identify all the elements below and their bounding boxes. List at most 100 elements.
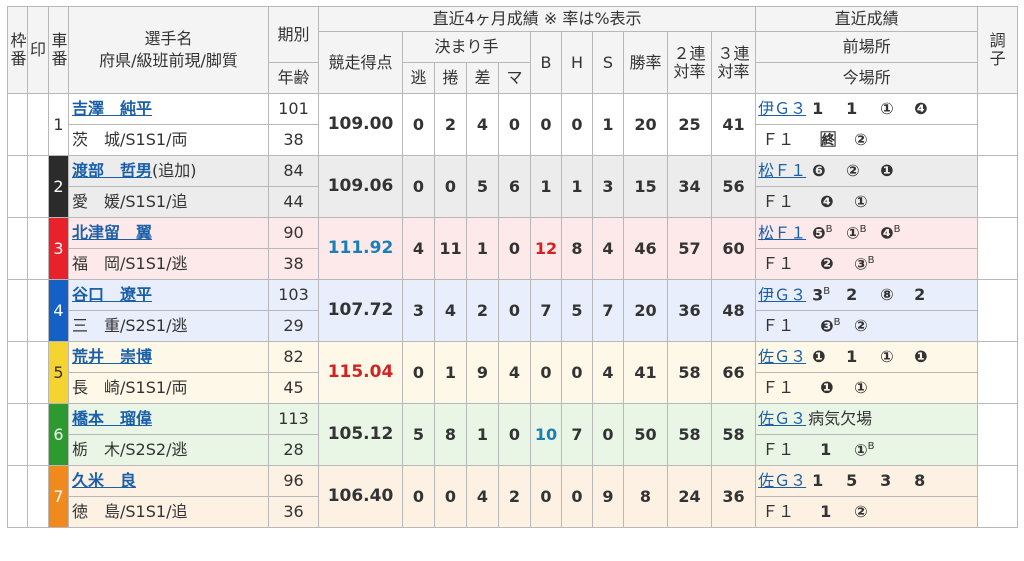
stat-makuri: 4	[434, 279, 467, 342]
stat-ma: 4	[498, 341, 531, 404]
prev-result-value: ①	[846, 223, 860, 243]
term-cell: 90	[268, 217, 319, 249]
header-shirushi: 印	[27, 6, 49, 94]
cur-result: ①	[854, 379, 888, 397]
header-rate2: ２連 対率	[667, 31, 712, 94]
prev-venue-results: 佐Ｇ３ 1 5 3 8	[755, 465, 979, 497]
waku-cell	[7, 155, 28, 218]
prev-result-mark: B	[823, 286, 831, 298]
rider-name-link[interactable]: 久米 良	[72, 471, 136, 490]
cur-result-value: ❸	[820, 316, 834, 336]
prev-result: ①B	[846, 224, 880, 242]
stat-h: 0	[561, 93, 593, 156]
term-cell: 96	[268, 465, 319, 497]
cur-results: ❷ ③B	[794, 254, 888, 273]
stat-r3: 60	[710, 217, 757, 280]
prev-results: 1 1 ①❹	[806, 99, 948, 118]
cur-result-value: 1	[820, 502, 832, 522]
stat-win: 50	[623, 403, 668, 466]
prev-venue-link[interactable]: 松Ｆ１	[758, 161, 806, 180]
stat-ma: 0	[498, 279, 531, 342]
rider-name-link[interactable]: 荒井 崇博	[72, 347, 152, 366]
prev-result-value: 8	[914, 471, 926, 491]
mark-cell[interactable]	[27, 403, 49, 466]
term-cell: 82	[268, 341, 319, 373]
rider-extra-note: (追加)	[152, 161, 197, 181]
cur-result-value: ①	[854, 192, 868, 212]
stat-nige: 0	[402, 465, 435, 528]
stat-win: 15	[623, 155, 668, 218]
prev-result-value: 1	[812, 471, 824, 491]
cur-result: ①B	[854, 441, 888, 459]
stat-s: 0	[592, 403, 624, 466]
stat-makuri: 11	[434, 217, 467, 280]
prev-venue-results: 佐Ｇ３ ❶ 1 ① ❶	[755, 341, 979, 373]
rider-pref-class: 三 重/S2S1/逃	[68, 310, 269, 342]
cur-result: ②	[854, 503, 888, 521]
rider-name-link[interactable]: 北津留 翼	[72, 223, 152, 242]
cur-result-value: 🈡	[820, 130, 837, 150]
cur-venue-label: Ｆ１	[762, 316, 795, 336]
mark-cell[interactable]	[27, 279, 49, 342]
prev-venue-link[interactable]: 佐Ｇ３	[758, 409, 806, 428]
rider-name-link[interactable]: 橋本 瑠偉	[72, 409, 152, 428]
prev-venue-link[interactable]: 佐Ｇ３	[758, 347, 806, 366]
prev-result-value: ①	[880, 99, 894, 119]
mark-cell[interactable]	[27, 465, 49, 528]
header-condition: 調子	[977, 6, 1019, 94]
stat-r2: 25	[667, 93, 712, 156]
term-cell: 101	[268, 93, 319, 125]
term-cell: 113	[268, 403, 319, 435]
mark-cell[interactable]	[27, 217, 49, 280]
stat-r3: 58	[710, 403, 757, 466]
stat-s: 4	[592, 341, 624, 404]
cur-venue-results: Ｆ１ ❸B ②	[755, 310, 979, 342]
prev-venue-link[interactable]: 伊Ｇ３	[758, 99, 806, 118]
age-cell: 29	[268, 310, 319, 342]
stat-makuri: 0	[434, 465, 467, 528]
header-win-rate: 勝率	[623, 31, 668, 94]
cur-result: ②	[854, 317, 888, 335]
header-h: H	[561, 31, 593, 94]
rider-pref-class: 福 岡/S1S1/逃	[68, 248, 269, 280]
stat-makuri: 0	[434, 155, 467, 218]
prev-result: 1	[812, 100, 846, 118]
prev-venue-link[interactable]: 伊Ｇ３	[758, 285, 806, 304]
prev-result-value: ②	[846, 161, 860, 181]
header-makuri: 捲	[434, 62, 467, 94]
race-score: 109.06	[318, 155, 403, 218]
prev-result-value: ⑧	[880, 285, 894, 305]
cur-result: ③B	[854, 255, 888, 273]
prev-venue-link[interactable]: 松Ｆ１	[758, 223, 806, 242]
stat-r2: 24	[667, 465, 712, 528]
stat-s: 4	[592, 217, 624, 280]
stat-sashi: 1	[466, 403, 499, 466]
prev-venue-results: 松Ｆ１ ❺B ①B ❹B	[755, 217, 979, 249]
term-cell: 84	[268, 155, 319, 187]
mark-cell[interactable]	[27, 155, 49, 218]
condition-cell	[977, 217, 1019, 280]
prev-result-value: 2	[846, 285, 858, 305]
header-sashi: 差	[466, 62, 499, 94]
rider-name-link[interactable]: 吉澤 純平	[72, 99, 152, 118]
cur-result-value: ❶	[820, 378, 834, 398]
prev-venue-link[interactable]: 佐Ｇ３	[758, 471, 806, 490]
rider-name-link[interactable]: 谷口 遼平	[72, 285, 152, 304]
stat-win: 41	[623, 341, 668, 404]
prev-results: ❺B ①B ❹B	[806, 223, 914, 242]
cur-results: 🈡 ②	[794, 130, 888, 149]
prev-result-mark: B	[859, 224, 867, 236]
prev-result: ❶	[914, 348, 948, 366]
stat-h: 0	[561, 341, 593, 404]
waku-cell	[7, 403, 28, 466]
cur-result-value: ①	[854, 440, 868, 460]
rider-name-link[interactable]: 渡部 哲男	[72, 161, 152, 180]
stat-makuri: 8	[434, 403, 467, 466]
prev-result: ①	[880, 348, 914, 366]
condition-cell	[977, 279, 1019, 342]
cur-venue-results: Ｆ１ ❹ ①	[755, 186, 979, 218]
mark-cell[interactable]	[27, 341, 49, 404]
age-cell: 44	[268, 186, 319, 218]
waku-cell	[7, 279, 28, 342]
mark-cell[interactable]	[27, 93, 49, 156]
